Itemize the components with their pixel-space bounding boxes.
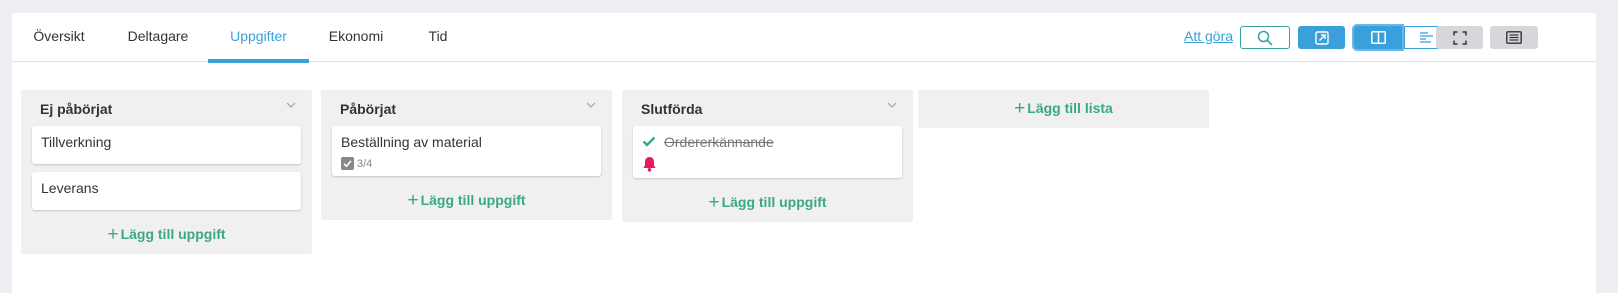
add-task-button[interactable]: + Lägg till uppgift bbox=[321, 184, 612, 220]
task-title: Ordererkännande bbox=[664, 134, 774, 150]
tab-deltagare[interactable]: Deltagare bbox=[116, 13, 200, 62]
tab-uppgifter[interactable]: Uppgifter bbox=[208, 13, 309, 63]
list-view-icon bbox=[1506, 31, 1522, 44]
bell-icon bbox=[643, 157, 656, 172]
board-view-button[interactable] bbox=[1354, 26, 1402, 49]
plus-icon: + bbox=[107, 224, 119, 245]
todo-filter-link[interactable]: Att göra bbox=[1184, 28, 1233, 44]
external-link-icon bbox=[1314, 30, 1329, 45]
timeline-view-icon bbox=[1419, 32, 1433, 43]
search-button[interactable] bbox=[1240, 26, 1290, 49]
fullscreen-button[interactable] bbox=[1436, 26, 1483, 49]
open-external-button[interactable] bbox=[1298, 26, 1345, 49]
tab-oversikt[interactable]: Översikt bbox=[12, 13, 106, 62]
task-card[interactable]: Tillverkning bbox=[32, 126, 301, 164]
task-title: Beställning av material bbox=[341, 134, 482, 150]
task-title: Tillverkning bbox=[41, 134, 112, 150]
task-card[interactable]: Leverans bbox=[32, 172, 301, 210]
chevron-down-icon[interactable] bbox=[887, 102, 897, 109]
checkmark-icon bbox=[642, 136, 656, 147]
checkbox-checked-icon bbox=[341, 157, 354, 170]
fullscreen-icon bbox=[1452, 30, 1467, 45]
task-card[interactable]: Beställning av material 3/4 bbox=[332, 126, 601, 176]
add-list-button[interactable]: + Lägg till lista bbox=[918, 90, 1209, 128]
project-panel: Översikt Deltagare Uppgifter Ekonomi Tid… bbox=[12, 13, 1596, 293]
column-header: Ej påbörjat bbox=[21, 90, 312, 126]
column-header: Påbörjat bbox=[321, 90, 612, 126]
add-task-button[interactable]: + Lägg till uppgift bbox=[622, 186, 913, 222]
checklist-progress: 3/4 bbox=[341, 157, 592, 170]
plus-icon: + bbox=[708, 192, 720, 213]
column-title: Slutförda bbox=[641, 101, 703, 117]
board-column-slutforda: Slutförda Ordererkännande + Lägg till upp… bbox=[622, 90, 913, 222]
column-title: Ej påbörjat bbox=[40, 101, 113, 117]
plus-icon: + bbox=[407, 190, 419, 211]
tab-tid[interactable]: Tid bbox=[416, 13, 460, 62]
tab-bar: Översikt Deltagare Uppgifter Ekonomi Tid… bbox=[12, 13, 1596, 63]
plus-icon: + bbox=[1014, 98, 1026, 119]
task-title: Leverans bbox=[41, 180, 99, 196]
board-column-paborjat: Påbörjat Beställning av material 3/4 + Lä… bbox=[321, 90, 612, 220]
column-title: Påbörjat bbox=[340, 101, 397, 117]
chevron-down-icon[interactable] bbox=[586, 102, 596, 109]
board-column-ej-paborjat: Ej påbörjat Tillverkning Leverans + Lägg … bbox=[21, 90, 312, 254]
chevron-down-icon[interactable] bbox=[286, 102, 296, 109]
list-view-button[interactable] bbox=[1490, 26, 1538, 49]
add-task-button[interactable]: + Lägg till uppgift bbox=[21, 218, 312, 254]
search-icon bbox=[1257, 30, 1273, 45]
column-header: Slutförda bbox=[622, 90, 913, 126]
board-view-icon bbox=[1370, 31, 1386, 44]
task-card[interactable]: Ordererkännande bbox=[633, 126, 902, 178]
tab-ekonomi[interactable]: Ekonomi bbox=[324, 13, 388, 62]
